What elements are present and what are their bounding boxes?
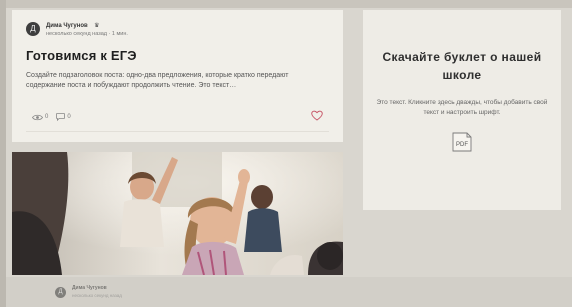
author-avatar[interactable]: Д: [26, 21, 40, 36]
booklet-widget[interactable]: Скачайте буклет о нашей школе Это текст.…: [363, 10, 561, 210]
post-excerpt[interactable]: Создайте подзаголовок поста: одно-два пр…: [26, 71, 326, 91]
comments-stat[interactable]: 0: [56, 113, 71, 121]
second-post-author-row[interactable]: Д Дима Чугунов несколько секунд назад: [55, 284, 122, 300]
post-stats: 0 0: [32, 113, 71, 121]
blog-post-card[interactable]: Д Дима Чугунов ♛ несколько секунд назад …: [12, 10, 343, 142]
heart-icon[interactable]: [311, 110, 323, 121]
second-post-avatar[interactable]: Д: [55, 286, 66, 298]
views-count: 0: [45, 114, 49, 120]
views-stat: 0: [32, 114, 48, 121]
booklet-text[interactable]: Это текст. Кликните здесь дважды, чтобы …: [372, 98, 552, 118]
top-edge: [0, 0, 572, 8]
pdf-file-icon[interactable]: PDF: [450, 132, 474, 154]
pdf-icon-label: PDF: [456, 142, 468, 148]
second-post-time: несколько секунд назад: [72, 293, 122, 298]
crown-icon: ♛: [94, 23, 100, 29]
author-row: Д Дима Чугунов ♛ несколько секунд назад …: [26, 19, 330, 38]
second-post-author-name[interactable]: Дима Чугунов: [72, 284, 122, 292]
author-meta: Дима Чугунов ♛ несколько секунд назад · …: [46, 19, 128, 38]
comment-icon: [56, 113, 66, 121]
comments-count: 0: [67, 114, 71, 120]
post-time: несколько секунд назад · 1 мин.: [46, 31, 128, 37]
divider: [26, 131, 329, 132]
second-post-meta: Дима Чугунов несколько секунд назад: [72, 284, 122, 300]
post-title[interactable]: Готовимся к ЕГЭ: [26, 48, 330, 63]
author-name[interactable]: Дима Чугунов: [46, 23, 88, 29]
eye-icon: [32, 114, 43, 120]
screen-bezel: [0, 0, 6, 307]
booklet-title[interactable]: Скачайте буклет о нашей школе: [363, 48, 561, 84]
post-photo[interactable]: [12, 152, 343, 275]
